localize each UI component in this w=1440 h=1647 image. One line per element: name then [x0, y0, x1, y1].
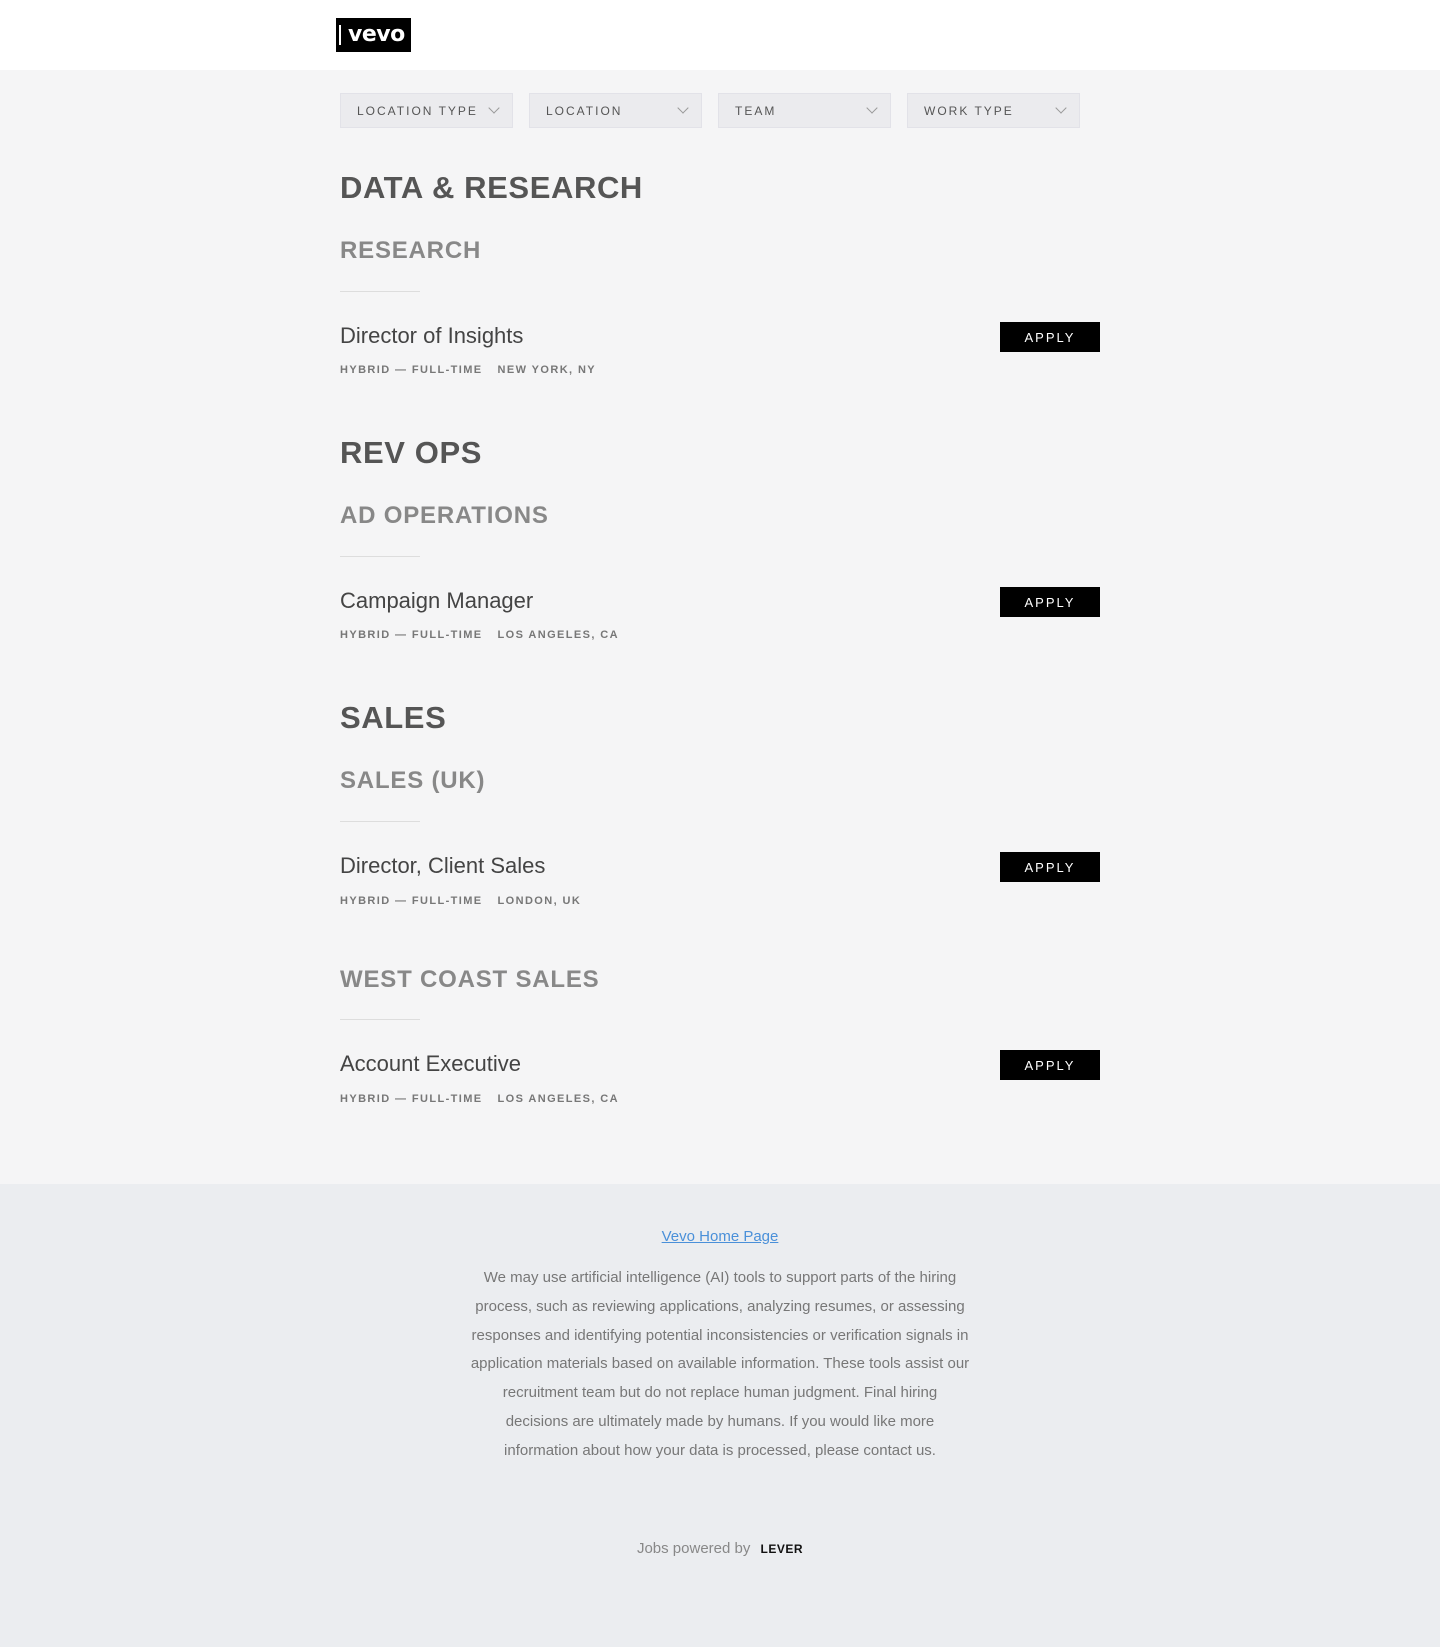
divider	[340, 821, 420, 822]
vevo-home-link[interactable]: Vevo Home Page	[662, 1228, 779, 1245]
job-title-link[interactable]: Campaign Manager	[340, 588, 533, 614]
chevron-down-icon	[488, 102, 500, 114]
job-location: LONDON, UK	[497, 895, 582, 907]
filter-label: LOCATION TYPE	[357, 103, 478, 118]
home-link-wrap: Vevo Home Page	[0, 1228, 1440, 1246]
vevo-logo[interactable]: vevo	[336, 18, 411, 52]
filter-team[interactable]: TEAM	[718, 93, 891, 128]
divider	[340, 291, 420, 292]
job-workplace: HYBRID — FULL-TIME	[340, 364, 483, 376]
filter-label: TEAM	[735, 103, 777, 118]
apply-button[interactable]: APPLY	[1000, 852, 1100, 882]
team-title: SALES (UK)	[340, 767, 486, 794]
apply-button[interactable]: APPLY	[1000, 587, 1100, 617]
filter-label: LOCATION	[546, 103, 623, 118]
site-header: vevo	[0, 0, 1440, 70]
chevron-down-icon	[677, 102, 689, 114]
apply-button[interactable]: APPLY	[1000, 322, 1100, 352]
filter-bar: LOCATION TYPE LOCATION TEAM WORK TYPE	[340, 93, 1080, 128]
lever-logo[interactable]: LEVER	[761, 1542, 804, 1556]
team-title: WEST COAST SALES	[340, 966, 600, 993]
site-footer: Vevo Home Page We may use artificial int…	[0, 1184, 1440, 1647]
job-title-link[interactable]: Account Executive	[340, 1051, 521, 1077]
group-title: REV OPS	[340, 435, 483, 470]
job-meta: HYBRID — FULL-TIME LOS ANGELES, CA	[340, 629, 619, 641]
team-title: AD OPERATIONS	[340, 502, 549, 529]
filter-location-type[interactable]: LOCATION TYPE	[340, 93, 513, 128]
apply-button[interactable]: APPLY	[1000, 1050, 1100, 1080]
job-workplace: HYBRID — FULL-TIME	[340, 629, 483, 641]
powered-by-text: Jobs powered by	[636, 1540, 751, 1557]
job-title-link[interactable]: Director of Insights	[340, 323, 523, 349]
ai-disclaimer: We may use artificial intelligence (AI) …	[470, 1269, 970, 1459]
job-location: LOS ANGELES, CA	[497, 1093, 619, 1105]
job-location: LOS ANGELES, CA	[497, 629, 619, 641]
job-meta: HYBRID — FULL-TIME NEW YORK, NY	[340, 364, 596, 376]
team-title: RESEARCH	[340, 237, 482, 264]
group-title: SALES	[340, 700, 447, 735]
chevron-down-icon	[1055, 102, 1067, 114]
filter-label: WORK TYPE	[924, 103, 1014, 118]
job-title-link[interactable]: Director, Client Sales	[340, 853, 545, 879]
divider	[340, 556, 420, 557]
filter-work-type[interactable]: WORK TYPE	[907, 93, 1080, 128]
job-workplace: HYBRID — FULL-TIME	[340, 895, 483, 907]
divider	[340, 1019, 420, 1020]
job-workplace: HYBRID — FULL-TIME	[340, 1093, 483, 1105]
job-location: NEW YORK, NY	[497, 364, 597, 376]
job-meta: HYBRID — FULL-TIME LOS ANGELES, CA	[340, 1093, 619, 1105]
chevron-down-icon	[866, 102, 878, 114]
filter-location[interactable]: LOCATION	[529, 93, 702, 128]
powered-by: Jobs powered by LEVER	[0, 1540, 1440, 1557]
group-title: DATA & RESEARCH	[340, 170, 643, 205]
job-meta: HYBRID — FULL-TIME LONDON, UK	[340, 895, 581, 907]
